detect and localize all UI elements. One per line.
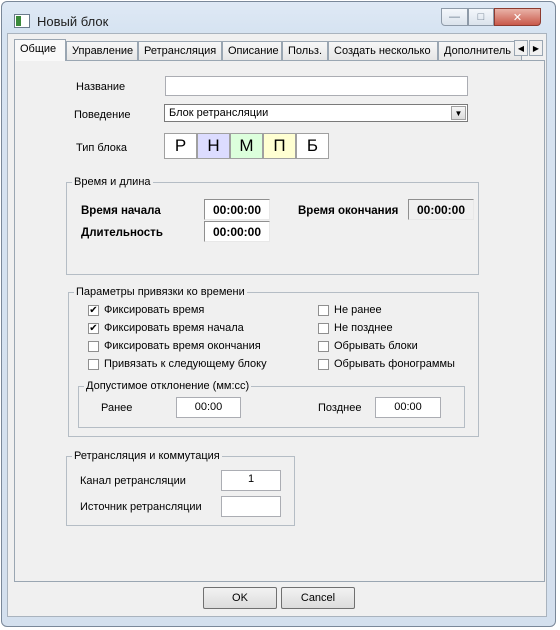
- duration-label: Длительность: [81, 227, 163, 239]
- window-title: Новый блок: [37, 14, 109, 29]
- relay-channel-field[interactable]: 1: [221, 470, 281, 491]
- cut-phonograms-label: Обрывать фонограммы: [334, 358, 455, 370]
- not-later-label: Не позднее: [334, 322, 393, 334]
- cut-blocks-label: Обрывать блоки: [334, 340, 418, 352]
- maximize-button[interactable]: □: [468, 8, 494, 26]
- tab-scroll-left[interactable]: ◀: [514, 40, 528, 56]
- fix-end-checkbox[interactable]: [88, 341, 99, 352]
- fix-end-label: Фиксировать время окончания: [104, 340, 261, 352]
- end-time-label: Время окончания: [298, 205, 399, 217]
- tab-additional[interactable]: Дополнитель: [438, 41, 522, 60]
- fix-time-label: Фиксировать время: [104, 304, 205, 316]
- early-field[interactable]: 00:00: [176, 397, 241, 418]
- block-type-label: Тип блока: [76, 142, 128, 154]
- name-input[interactable]: [165, 76, 468, 96]
- cut-phonograms-checkbox[interactable]: [318, 359, 329, 370]
- tab-general[interactable]: Общие: [14, 39, 66, 61]
- type-button-p[interactable]: П: [263, 133, 296, 159]
- close-icon: ✕: [512, 11, 523, 24]
- cancel-button[interactable]: Cancel: [281, 587, 355, 609]
- fix-time-checkbox[interactable]: ✔: [88, 305, 99, 316]
- duration-field[interactable]: 00:00:00: [204, 221, 270, 242]
- relay-source-field[interactable]: [221, 496, 281, 517]
- early-label: Ранее: [101, 402, 133, 414]
- app-icon: [14, 14, 30, 28]
- late-label: Позднее: [318, 402, 362, 414]
- not-earlier-checkbox[interactable]: [318, 305, 329, 316]
- tab-create-several[interactable]: Создать несколько: [328, 41, 438, 60]
- tab-description[interactable]: Описание: [222, 41, 282, 60]
- cut-blocks-checkbox[interactable]: [318, 341, 329, 352]
- start-time-field[interactable]: 00:00:00: [204, 199, 270, 220]
- bind-next-label: Привязать к следующему блоку: [104, 358, 267, 370]
- tab-scroll-right[interactable]: ▶: [529, 40, 543, 56]
- type-button-b[interactable]: Б: [296, 133, 329, 159]
- not-later-checkbox[interactable]: [318, 323, 329, 334]
- type-button-m[interactable]: М: [230, 133, 263, 159]
- behavior-select[interactable]: Блок ретрансляции ▼: [164, 104, 468, 122]
- end-time-field: 00:00:00: [408, 199, 474, 220]
- relay-channel-label: Канал ретрансляции: [80, 475, 186, 487]
- ok-button[interactable]: OK: [203, 587, 277, 609]
- relay-group-title: Ретрансляция и коммутация: [72, 450, 222, 462]
- time-group-title: Время и длина: [72, 176, 153, 188]
- deviation-group-title: Допустимое отклонение (мм:сс): [84, 380, 252, 392]
- type-button-n[interactable]: Н: [197, 133, 230, 159]
- caption-buttons: — □ ✕: [441, 8, 543, 27]
- fix-start-checkbox[interactable]: ✔: [88, 323, 99, 334]
- arrow-left-icon: ◀: [517, 43, 525, 53]
- tab-relay[interactable]: Ретрансляция: [138, 41, 222, 60]
- tab-strip: Общие Управление Ретрансляция Описание П…: [14, 39, 546, 61]
- behavior-label: Поведение: [74, 109, 131, 121]
- maximize-icon: □: [477, 11, 485, 23]
- type-button-r[interactable]: Р: [164, 133, 197, 159]
- dropdown-arrow-icon[interactable]: ▼: [451, 106, 466, 120]
- name-label: Название: [76, 81, 126, 93]
- fix-start-label: Фиксировать время начала: [104, 322, 244, 334]
- not-earlier-label: Не ранее: [334, 304, 382, 316]
- tab-control[interactable]: Управление: [66, 41, 138, 60]
- minimize-button[interactable]: —: [441, 8, 468, 26]
- binding-group-title: Параметры привязки ко времени: [74, 286, 247, 298]
- bind-next-checkbox[interactable]: [88, 359, 99, 370]
- arrow-right-icon: ▶: [532, 43, 540, 53]
- relay-source-label: Источник ретрансляции: [80, 501, 202, 513]
- minimize-icon: —: [449, 11, 460, 23]
- tab-user[interactable]: Польз.: [282, 41, 328, 60]
- start-time-label: Время начала: [81, 205, 161, 217]
- late-field[interactable]: 00:00: [375, 397, 441, 418]
- close-button[interactable]: ✕: [494, 8, 541, 26]
- behavior-value: Блок ретрансляции: [169, 107, 269, 119]
